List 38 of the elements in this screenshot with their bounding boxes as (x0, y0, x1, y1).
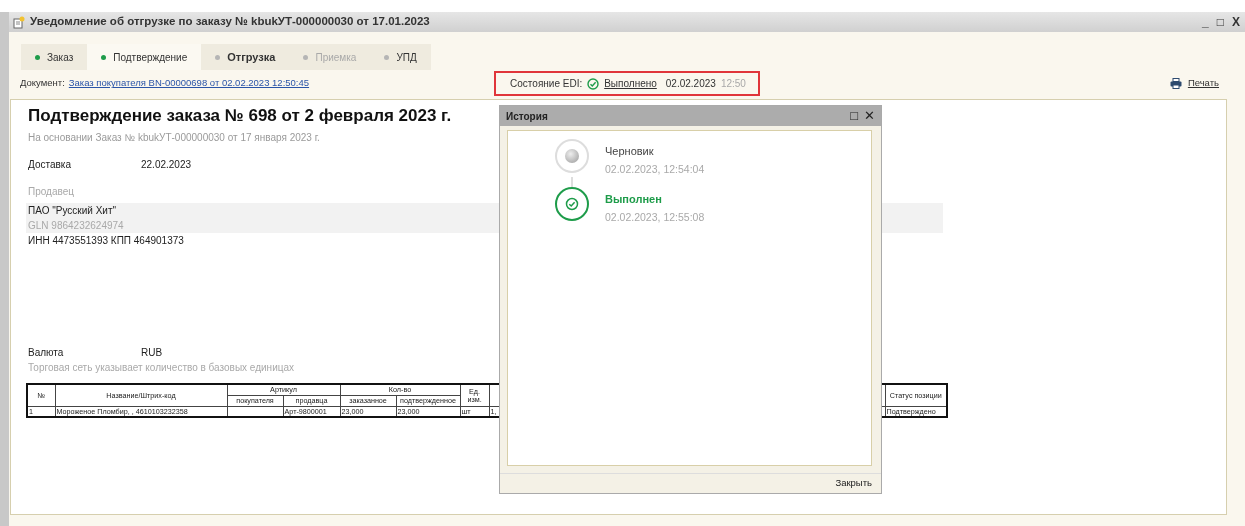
currency-label: Валюта (28, 346, 65, 361)
quantity-note: Торговая сеть указывает количество в базовых единицах (28, 361, 294, 376)
edi-status-time: 12:50 (720, 77, 746, 91)
report-title: Подтверждение заказа № 698 от 2 февраля 2023 г. (28, 106, 452, 127)
edi-status-label: Состояние EDI: (510, 77, 583, 91)
currency-value: RUB (141, 346, 163, 361)
seller-label: Продавец (28, 185, 74, 200)
seller-tax-ids: ИНН 4473551393 КПП 464901373 (28, 234, 184, 249)
event-status: Выполнен (605, 192, 663, 208)
tab[interactable]: УПД (370, 44, 431, 70)
document-icon (13, 15, 25, 29)
edi-status-link[interactable]: Выполнено (604, 76, 657, 91)
document-link[interactable]: Заказ покупателя BN-00000698 от 02.02.2023 12:50:45 (68, 76, 310, 91)
print-link[interactable]: Печать (1187, 76, 1219, 91)
report-basis: На основании Заказ № kbukУТ-000000030 от 17 января 2023 г. (28, 131, 320, 146)
event-time: 02.02.2023, 12:54:04 (605, 161, 705, 177)
tab[interactable]: Отгрузка (201, 44, 290, 70)
printer-icon[interactable] (1169, 78, 1182, 89)
tab[interactable]: Подтверждение (87, 44, 202, 70)
tab[interactable]: Заказ (21, 44, 88, 70)
check-circle-icon (587, 77, 600, 90)
delivery-value: 22.02.2023 (141, 158, 192, 173)
seller-name: ПАО "Русский Хит" (28, 204, 116, 219)
seller-gln: GLN 9864232624974 (28, 219, 124, 234)
document-label: Документ: (20, 76, 65, 91)
minimize-button[interactable]: _ (1201, 13, 1210, 31)
close-button[interactable]: Закрыть (826, 474, 881, 493)
edi-status-date: 02.02.2023 (665, 77, 716, 91)
delivery-label: Доставка (28, 158, 72, 173)
maximize-button[interactable]: □ (1215, 13, 1225, 31)
close-button[interactable]: X (1231, 13, 1241, 31)
event-time: 02.02.2023, 12:55:08 (605, 209, 705, 225)
close-button[interactable]: ✕ (864, 106, 875, 126)
event-status: Черновик (605, 144, 655, 159)
timeline-connector (571, 177, 573, 188)
window-title: Уведомление об отгрузке по заказу № kbukУТ-000000030 от 17.01.2023 (30, 14, 430, 30)
maximize-button[interactable]: □ (850, 106, 858, 126)
dialog-title: История (506, 109, 548, 124)
